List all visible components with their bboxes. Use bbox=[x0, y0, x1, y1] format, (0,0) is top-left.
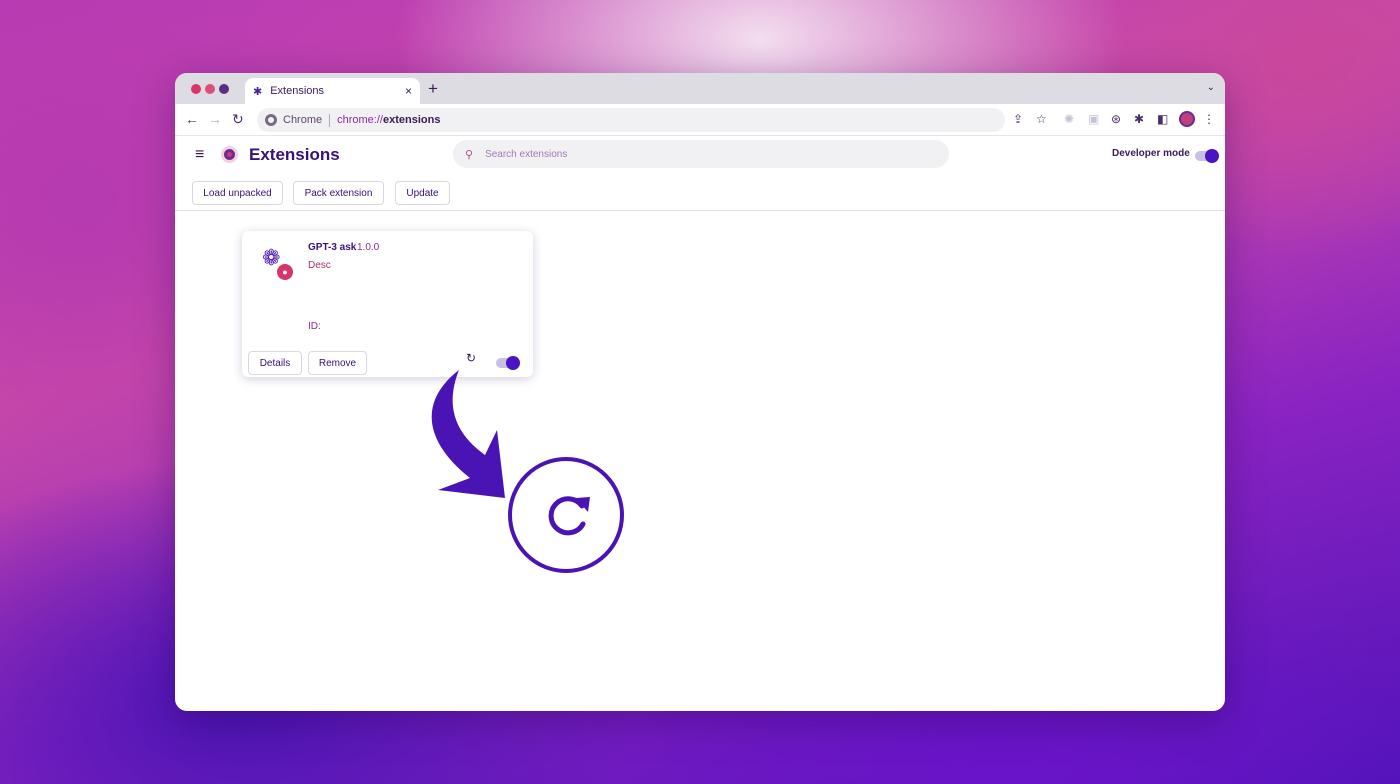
unpacked-badge-icon: ● bbox=[277, 264, 293, 280]
search-placeholder: Search extensions bbox=[485, 148, 568, 160]
developer-mode-label: Developer mode bbox=[1112, 148, 1190, 159]
pack-extension-button[interactable]: Pack extension bbox=[293, 181, 384, 205]
extension-description: Desc bbox=[308, 260, 331, 271]
search-icon: ⚲ bbox=[465, 148, 474, 161]
toggle-knob bbox=[506, 356, 520, 370]
toggle-knob bbox=[1205, 149, 1219, 163]
browser-window: ✱ Extensions × + ⌄ ← → ↻ Chrome chrome:/… bbox=[175, 73, 1225, 711]
developer-action-bar: Load unpacked Pack extension Update bbox=[175, 175, 1225, 211]
extensions-header: ≡ Extensions ⚲ Search extensions Develop… bbox=[175, 136, 1225, 175]
address-bar[interactable]: Chrome chrome:// extensions bbox=[257, 108, 1005, 132]
extension-icon-2[interactable]: ▣ bbox=[1088, 112, 1099, 126]
close-window-button[interactable] bbox=[191, 84, 201, 94]
maximize-window-button[interactable] bbox=[219, 84, 229, 94]
bookmark-star-icon[interactable]: ☆ bbox=[1036, 112, 1047, 126]
side-panel-icon[interactable]: ◧ bbox=[1157, 112, 1168, 126]
page-title: Extensions bbox=[249, 145, 340, 164]
url-host: extensions bbox=[382, 114, 441, 126]
extension-version: 1.0.0 bbox=[357, 242, 380, 253]
back-icon[interactable]: ← bbox=[185, 111, 199, 127]
search-extensions-input[interactable]: ⚲ Search extensions bbox=[453, 140, 949, 168]
details-button[interactable]: Details bbox=[248, 351, 302, 375]
extension-name: GPT-3 ask bbox=[308, 242, 357, 253]
forward-icon[interactable]: → bbox=[208, 111, 222, 127]
tab-title: Extensions bbox=[270, 85, 325, 97]
url-scheme: chrome:// bbox=[337, 114, 383, 126]
update-button[interactable]: Update bbox=[395, 181, 450, 205]
extension-id-label: ID: bbox=[308, 321, 321, 332]
browser-toolbar: ← → ↻ Chrome chrome:// extensions ⇪ ☆ ✺ … bbox=[175, 104, 1225, 136]
extension-card: ❁ ● GPT-3 ask 1.0.0 Desc ID: Details Rem… bbox=[242, 231, 533, 377]
profile-avatar[interactable] bbox=[1179, 111, 1195, 127]
extension-icon-3[interactable]: ⊛ bbox=[1111, 112, 1121, 126]
more-menu-icon[interactable]: ⋮ bbox=[1203, 112, 1215, 126]
hamburger-menu-icon[interactable]: ≡ bbox=[195, 146, 204, 164]
share-icon[interactable]: ⇪ bbox=[1013, 112, 1023, 126]
extension-enable-toggle[interactable] bbox=[496, 356, 520, 370]
extension-icon-1[interactable]: ✺ bbox=[1064, 112, 1074, 126]
developer-mode-toggle[interactable] bbox=[1195, 149, 1219, 163]
tab-extensions[interactable]: ✱ Extensions × bbox=[245, 78, 420, 104]
omnibox-divider bbox=[329, 113, 331, 127]
reload-extension-icon[interactable]: ↻ bbox=[466, 351, 476, 365]
extensions-logo bbox=[221, 146, 238, 163]
site-label: Chrome bbox=[283, 114, 323, 126]
remove-button[interactable]: Remove bbox=[308, 351, 367, 375]
puzzle-icon: ✱ bbox=[253, 85, 263, 98]
reload-page-icon[interactable]: ↻ bbox=[232, 111, 244, 128]
load-unpacked-button[interactable]: Load unpacked bbox=[192, 181, 283, 205]
extensions-puzzle-icon[interactable]: ✱ bbox=[1134, 112, 1144, 126]
tab-search-icon[interactable]: ⌄ bbox=[1207, 82, 1215, 93]
tab-strip: ✱ Extensions × + ⌄ bbox=[175, 73, 1225, 104]
new-tab-button[interactable]: + bbox=[428, 79, 438, 99]
tab-close-icon[interactable]: × bbox=[405, 84, 412, 98]
chrome-icon bbox=[265, 114, 277, 126]
minimize-window-button[interactable] bbox=[205, 84, 215, 94]
